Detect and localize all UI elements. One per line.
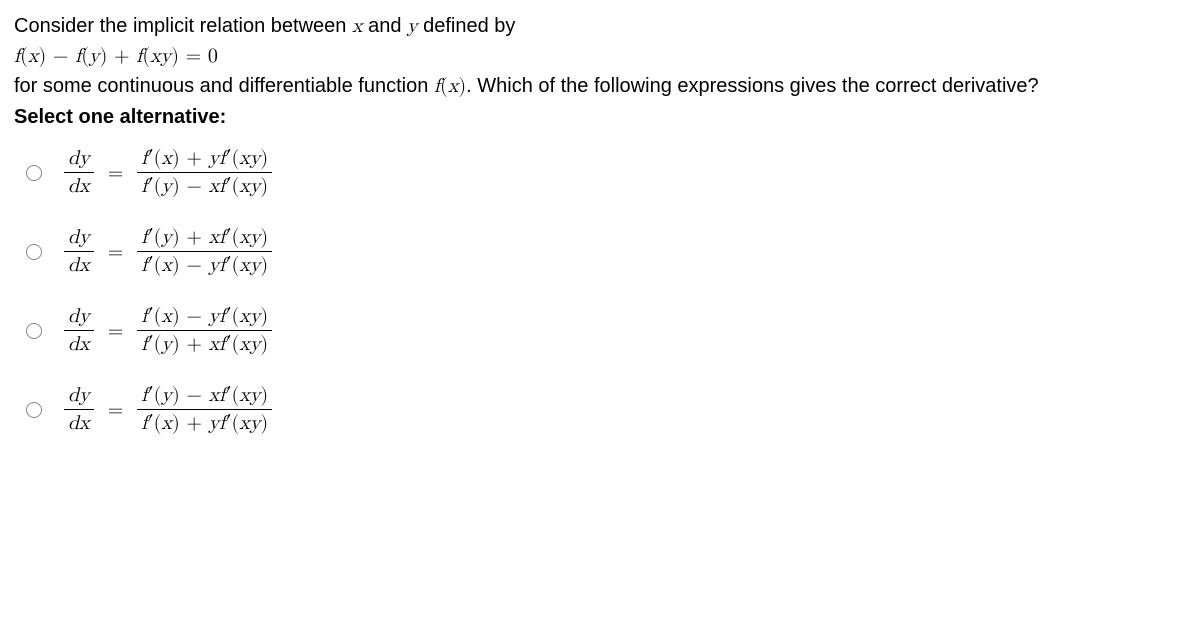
option-2[interactable]: dy dx = f′(y) + xf′(xy) f′(x) − yf′(xy) (26, 226, 1186, 277)
radio-icon[interactable] (26, 402, 42, 418)
question-equation: f(x) − f(y) + f(xy) = 0 (14, 44, 1186, 68)
question-followup: for some continuous and differentiable f… (14, 72, 1186, 100)
option-3[interactable]: dy dx = f′(x) − yf′(xy) f′(y) + xf′(xy) (26, 305, 1186, 356)
question-intro: Consider the implicit relation between x… (14, 12, 1186, 40)
select-prompt: Select one alternative: (14, 106, 1186, 129)
option-1-math: dy dx = f′(x) + yf′(xy) f′(y) − xf′(xy) (64, 147, 272, 198)
option-2-math: dy dx = f′(y) + xf′(xy) f′(x) − yf′(xy) (64, 226, 272, 277)
radio-icon[interactable] (26, 323, 42, 339)
option-4-math: dy dx = f′(y) − xf′(xy) f′(x) + yf′(xy) (64, 384, 272, 435)
option-3-math: dy dx = f′(x) − yf′(xy) f′(y) + xf′(xy) (64, 305, 272, 356)
option-1[interactable]: dy dx = f′(x) + yf′(xy) f′(y) − xf′(xy) (26, 147, 1186, 198)
option-4[interactable]: dy dx = f′(y) − xf′(xy) f′(x) + yf′(xy) (26, 384, 1186, 435)
options-list: dy dx = f′(x) + yf′(xy) f′(y) − xf′(xy) … (14, 147, 1186, 435)
radio-icon[interactable] (26, 244, 42, 260)
radio-icon[interactable] (26, 165, 42, 181)
